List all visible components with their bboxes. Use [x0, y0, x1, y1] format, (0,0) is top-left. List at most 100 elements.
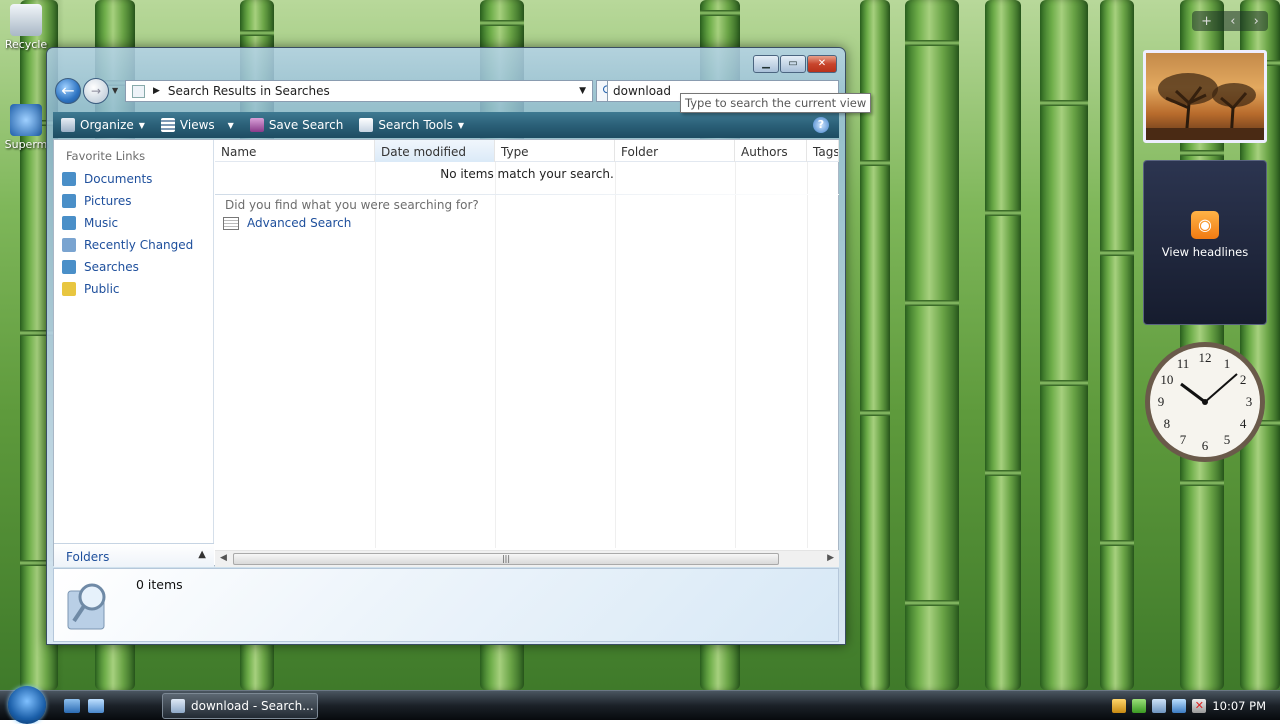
save-search-button[interactable]: Save Search	[242, 112, 352, 138]
recently-changed-icon	[62, 238, 76, 252]
recent-pages-dropdown-icon[interactable]: ▼	[112, 86, 118, 95]
file-list: Name Date modified Type Folder Authors T…	[215, 140, 839, 567]
organize-icon	[61, 118, 75, 132]
bamboo-stalk	[985, 0, 1021, 690]
clock-numeral: 7	[1180, 432, 1187, 447]
horizontal-scrollbar[interactable]: ◀ ||| ▶	[215, 550, 839, 567]
divider	[215, 194, 839, 195]
organize-button[interactable]: Organize ▼	[53, 112, 153, 138]
nav-item-music[interactable]: Music	[54, 212, 213, 234]
did-you-find-prompt: Did you find what you were searching for…	[225, 198, 479, 212]
column-headers: Name Date modified Type Folder Authors T…	[215, 140, 839, 162]
desktop-shortcut-label: Superm	[4, 138, 48, 151]
rss-icon: ◉	[1191, 211, 1219, 239]
clock-numeral: 9	[1158, 394, 1165, 409]
nav-item-documents[interactable]: Documents	[54, 168, 213, 190]
column-divider	[735, 162, 736, 548]
nav-item-searches[interactable]: Searches	[54, 256, 213, 278]
recycle-bin-icon[interactable]: Recycle	[0, 4, 52, 51]
clock-numeral: 4	[1240, 416, 1247, 431]
back-button[interactable]: ←	[55, 78, 81, 104]
advanced-search-link[interactable]: Advanced Search	[223, 216, 351, 230]
bamboo-stalk	[1040, 0, 1088, 690]
clock-numeral: 1	[1224, 356, 1231, 371]
slideshow-gadget[interactable]	[1143, 50, 1267, 143]
bamboo-stalk	[1100, 0, 1134, 690]
column-header-type[interactable]: Type	[495, 140, 615, 162]
taskbar-button-search[interactable]: download - Search...	[162, 693, 318, 719]
minimize-button[interactable]: ▁	[753, 55, 779, 73]
organize-label: Organize	[80, 118, 134, 132]
clock-numeral: 11	[1177, 356, 1190, 371]
save-search-icon	[249, 118, 264, 132]
bamboo-stalk	[905, 0, 959, 690]
show-desktop-icon[interactable]	[64, 699, 80, 713]
empty-message: No items match your search.	[440, 167, 614, 181]
network-status-icon[interactable]	[1152, 699, 1167, 713]
sidebar-gadget-controls: + ‹ ›	[1192, 11, 1268, 31]
search-window-icon	[171, 699, 185, 713]
tree-silhouette-image	[1146, 73, 1264, 140]
forward-button[interactable]: →	[83, 78, 109, 104]
nav-item-pictures[interactable]: Pictures	[54, 190, 213, 212]
help-icon[interactable]: ?	[813, 117, 829, 133]
nav-item-public[interactable]: Public	[54, 278, 213, 300]
nav-item-label: Pictures	[84, 194, 132, 208]
feed-headlines-gadget[interactable]: ◉ View headlines	[1143, 160, 1267, 325]
nav-item-recently-changed[interactable]: Recently Changed	[54, 234, 213, 256]
close-button[interactable]: ✕	[807, 55, 837, 73]
column-header-authors[interactable]: Authors	[735, 140, 807, 162]
navigation-pane: Favorite Links Documents Pictures Music …	[54, 140, 214, 567]
network-icon[interactable]	[1172, 699, 1187, 713]
views-icon	[160, 118, 175, 132]
search-magnifier-icon	[67, 583, 106, 630]
search-tooltip: Type to search the current view	[680, 93, 872, 113]
column-divider	[615, 162, 616, 548]
clock-time[interactable]: 10:07 PM	[1212, 699, 1266, 713]
nav-item-label: Recently Changed	[84, 238, 194, 252]
maximize-button[interactable]: ▭	[780, 55, 806, 73]
column-header-date-modified[interactable]: Date modified	[375, 140, 495, 162]
add-gadget-button[interactable]: +	[1201, 14, 1212, 29]
prev-gadget-icon[interactable]: ‹	[1230, 14, 1235, 29]
clock-gadget[interactable]: 12 12 3 45678 9 10 11	[1143, 340, 1268, 465]
clock-numeral: 6	[1202, 438, 1209, 453]
public-folder-icon	[62, 282, 76, 296]
search-tools-icon	[359, 118, 374, 132]
clock-numeral: 8	[1164, 416, 1171, 431]
scroll-left-icon[interactable]: ◀	[220, 553, 227, 563]
search-tools-label: Search Tools	[378, 118, 453, 132]
address-bar[interactable]: ▶ Search Results in Searches ▼	[125, 80, 593, 102]
switch-windows-icon[interactable]	[88, 699, 104, 713]
taskbar: download - Search... ✕ 10:07 PM	[0, 686, 1280, 724]
views-button[interactable]: Views ▼	[153, 112, 242, 138]
next-gadget-icon[interactable]: ›	[1254, 14, 1259, 29]
column-header-folder[interactable]: Folder	[615, 140, 735, 162]
security-shield-icon[interactable]	[1112, 699, 1127, 713]
search-tools-button[interactable]: Search Tools ▼	[351, 112, 472, 138]
column-header-tags[interactable]: Tags	[807, 140, 839, 162]
volume-muted-icon[interactable]: ✕	[1192, 699, 1207, 713]
scrollbar-thumb[interactable]: |||	[233, 553, 779, 565]
advanced-search-label: Advanced Search	[247, 216, 352, 230]
caption-buttons: ▁ ▭ ✕	[753, 55, 837, 73]
column-header-name[interactable]: Name	[215, 140, 375, 162]
breadcrumb-arrow-icon[interactable]: ▶	[153, 86, 160, 96]
column-divider	[495, 162, 496, 548]
address-dropdown-icon[interactable]: ▼	[579, 86, 586, 96]
nav-item-label: Searches	[84, 260, 139, 274]
scroll-right-icon[interactable]: ▶	[827, 553, 834, 563]
item-count: 0 items	[136, 577, 183, 592]
start-button[interactable]	[8, 686, 46, 724]
chevron-down-icon: ▼	[138, 120, 145, 130]
explorer-window: ▁ ▭ ✕ ← → ▼ ▶ Search Results in Searches…	[46, 47, 872, 645]
command-bar: Organize ▼ Views ▼ Save Search Search To…	[53, 112, 839, 138]
checkmark-icon[interactable]	[1132, 699, 1147, 713]
nav-item-label: Documents	[84, 172, 153, 186]
searches-icon	[62, 260, 76, 274]
chevron-up-icon: ▲	[198, 549, 206, 560]
folders-label: Folders	[66, 550, 110, 564]
clock-numeral: 12	[1199, 350, 1212, 365]
folders-toggle[interactable]: Folders ▲	[54, 543, 214, 567]
desktop-shortcut-icon[interactable]: Superm	[0, 104, 52, 151]
